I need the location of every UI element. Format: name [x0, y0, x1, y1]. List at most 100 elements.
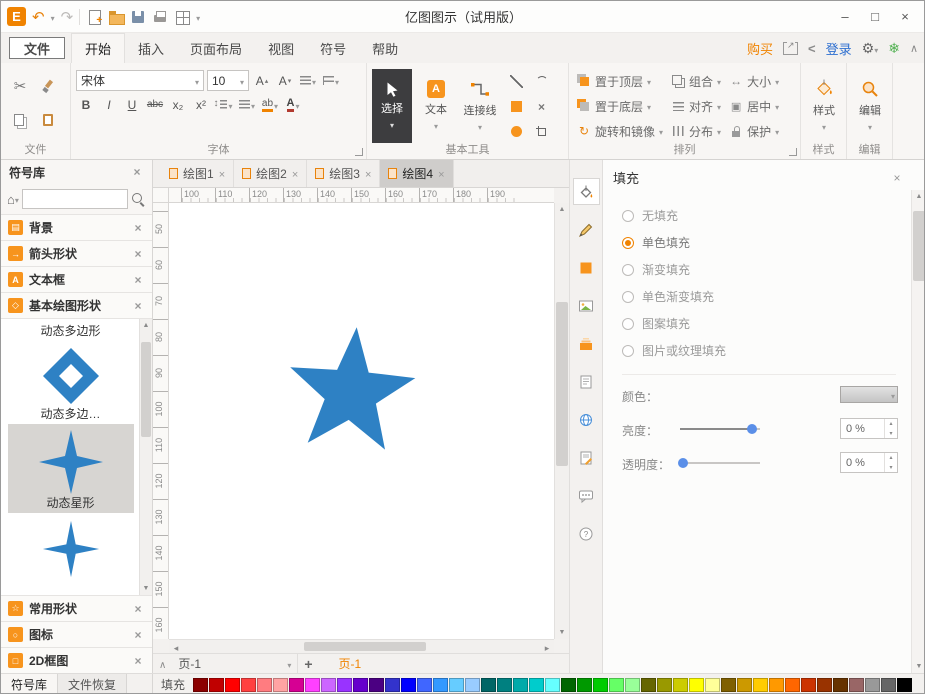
- arc-tool-icon[interactable]: [536, 76, 548, 88]
- color-swatch[interactable]: [609, 678, 624, 692]
- text-direction-button[interactable]: [321, 70, 341, 91]
- document-icon[interactable]: [573, 444, 600, 471]
- fill-option[interactable]: 图片或纹理填充: [603, 337, 925, 364]
- color-swatch[interactable]: [657, 678, 672, 692]
- spin-down-icon[interactable]: [885, 463, 897, 473]
- fill-panel-scrollbar[interactable]: [911, 190, 925, 673]
- color-swatch[interactable]: [625, 678, 640, 692]
- style-button[interactable]: 样式: [806, 69, 842, 143]
- panel-tab[interactable]: 文件恢复: [58, 674, 127, 694]
- color-swatch[interactable]: [545, 678, 560, 692]
- share-icon[interactable]: [783, 42, 798, 55]
- scrollbar-thumb[interactable]: [913, 211, 925, 281]
- fill-icon[interactable]: [573, 178, 600, 205]
- color-swatch[interactable]: [769, 678, 784, 692]
- close-button[interactable]: ×: [890, 4, 920, 30]
- spinner-arrows[interactable]: [884, 453, 897, 472]
- spin-up-icon[interactable]: [885, 453, 897, 463]
- undo-icon[interactable]: [32, 8, 45, 26]
- close-icon[interactable]: [890, 170, 904, 185]
- color-swatch[interactable]: [497, 678, 512, 692]
- color-swatch[interactable]: [865, 678, 880, 692]
- color-swatch[interactable]: [225, 678, 240, 692]
- color-swatch[interactable]: [721, 678, 736, 692]
- arrange-button[interactable]: 大小: [726, 70, 782, 92]
- close-icon[interactable]: [292, 167, 298, 181]
- color-swatch[interactable]: [305, 678, 320, 692]
- color-swatch[interactable]: [449, 678, 464, 692]
- font-dialog-launcher-icon[interactable]: [355, 148, 363, 156]
- home-icon[interactable]: [7, 192, 19, 207]
- fill-option[interactable]: 单色渐变填充: [603, 283, 925, 310]
- color-swatch[interactable]: [273, 678, 288, 692]
- italic-button[interactable]: I: [99, 94, 119, 115]
- rectangle-tool-icon[interactable]: [511, 101, 522, 112]
- color-swatch[interactable]: [817, 678, 832, 692]
- fill-option[interactable]: 渐变填充: [603, 256, 925, 283]
- color-swatch[interactable]: [321, 678, 336, 692]
- font-color-button[interactable]: A: [283, 94, 303, 115]
- bold-button[interactable]: B: [76, 94, 96, 115]
- color-swatch[interactable]: [417, 678, 432, 692]
- close-icon[interactable]: [131, 654, 145, 668]
- color-swatch[interactable]: [289, 678, 304, 692]
- layers-icon[interactable]: [573, 330, 600, 357]
- form-tools-icon[interactable]: [174, 9, 190, 25]
- scrollbar-thumb[interactable]: [556, 302, 568, 466]
- scroll-down-icon[interactable]: [912, 660, 925, 673]
- maximize-button[interactable]: □: [860, 4, 890, 30]
- color-swatch[interactable]: [337, 678, 352, 692]
- grow-font-button[interactable]: A: [252, 70, 272, 91]
- slider-thumb[interactable]: [747, 424, 757, 434]
- buy-button[interactable]: 购买: [747, 39, 773, 58]
- color-swatch[interactable]: [257, 678, 272, 692]
- login-button[interactable]: 登录: [826, 39, 852, 58]
- spin-up-icon[interactable]: [885, 419, 897, 429]
- brightness-slider[interactable]: [680, 428, 760, 430]
- arrange-dialog-launcher-icon[interactable]: [789, 148, 797, 156]
- scroll-up-icon[interactable]: [555, 203, 569, 216]
- add-page-icon[interactable]: [304, 656, 312, 672]
- color-swatch[interactable]: [801, 678, 816, 692]
- symbol-search-input[interactable]: [22, 189, 128, 209]
- fill-option[interactable]: 图案填充: [603, 310, 925, 337]
- arrange-button[interactable]: 旋转和镜像: [574, 120, 666, 142]
- close-icon[interactable]: [365, 167, 371, 181]
- ribbon-tab[interactable]: 视图: [255, 33, 307, 63]
- text-highlight-button[interactable]: ab: [260, 94, 280, 115]
- font-size-select[interactable]: 10: [207, 70, 249, 91]
- color-swatch[interactable]: [369, 678, 384, 692]
- color-swatch[interactable]: [785, 678, 800, 692]
- document-tab[interactable]: 绘图2: [234, 160, 307, 187]
- symbol-item[interactable]: [8, 513, 134, 582]
- font-family-select[interactable]: 宋体: [76, 70, 204, 91]
- color-swatch[interactable]: [353, 678, 368, 692]
- strikethrough-button[interactable]: abc: [145, 94, 165, 115]
- close-icon[interactable]: [219, 167, 225, 181]
- scroll-left-icon[interactable]: [169, 640, 183, 654]
- shrink-font-button[interactable]: A: [275, 70, 295, 91]
- document-tab[interactable]: 绘图3: [307, 160, 380, 187]
- symbol-item[interactable]: 动态多边…: [8, 341, 134, 424]
- color-swatch[interactable]: [689, 678, 704, 692]
- scroll-up-icon[interactable]: [140, 319, 152, 332]
- settings-group[interactable]: [862, 40, 879, 57]
- arrange-button[interactable]: 置于顶层: [574, 70, 666, 92]
- gear-icon[interactable]: [862, 42, 875, 56]
- drawing-canvas[interactable]: [169, 203, 554, 639]
- arrange-button[interactable]: 对齐: [668, 95, 724, 117]
- ribbon-tab[interactable]: 页面布局: [177, 33, 255, 63]
- help-icon[interactable]: ?: [573, 520, 600, 547]
- line-style-icon[interactable]: [573, 216, 600, 243]
- collapse-ribbon-icon[interactable]: [910, 41, 918, 55]
- close-icon[interactable]: [438, 167, 444, 181]
- color-swatch[interactable]: [705, 678, 720, 692]
- symbol-section-header[interactable]: ○ 图标: [1, 621, 152, 647]
- search-icon[interactable]: [131, 192, 146, 207]
- color-swatch[interactable]: [209, 678, 224, 692]
- minimize-button[interactable]: –: [830, 4, 860, 30]
- image-icon[interactable]: [573, 292, 600, 319]
- arrange-button[interactable]: 组合: [668, 70, 724, 92]
- copy-icon[interactable]: [14, 114, 26, 127]
- scrollbar-track[interactable]: [555, 216, 569, 626]
